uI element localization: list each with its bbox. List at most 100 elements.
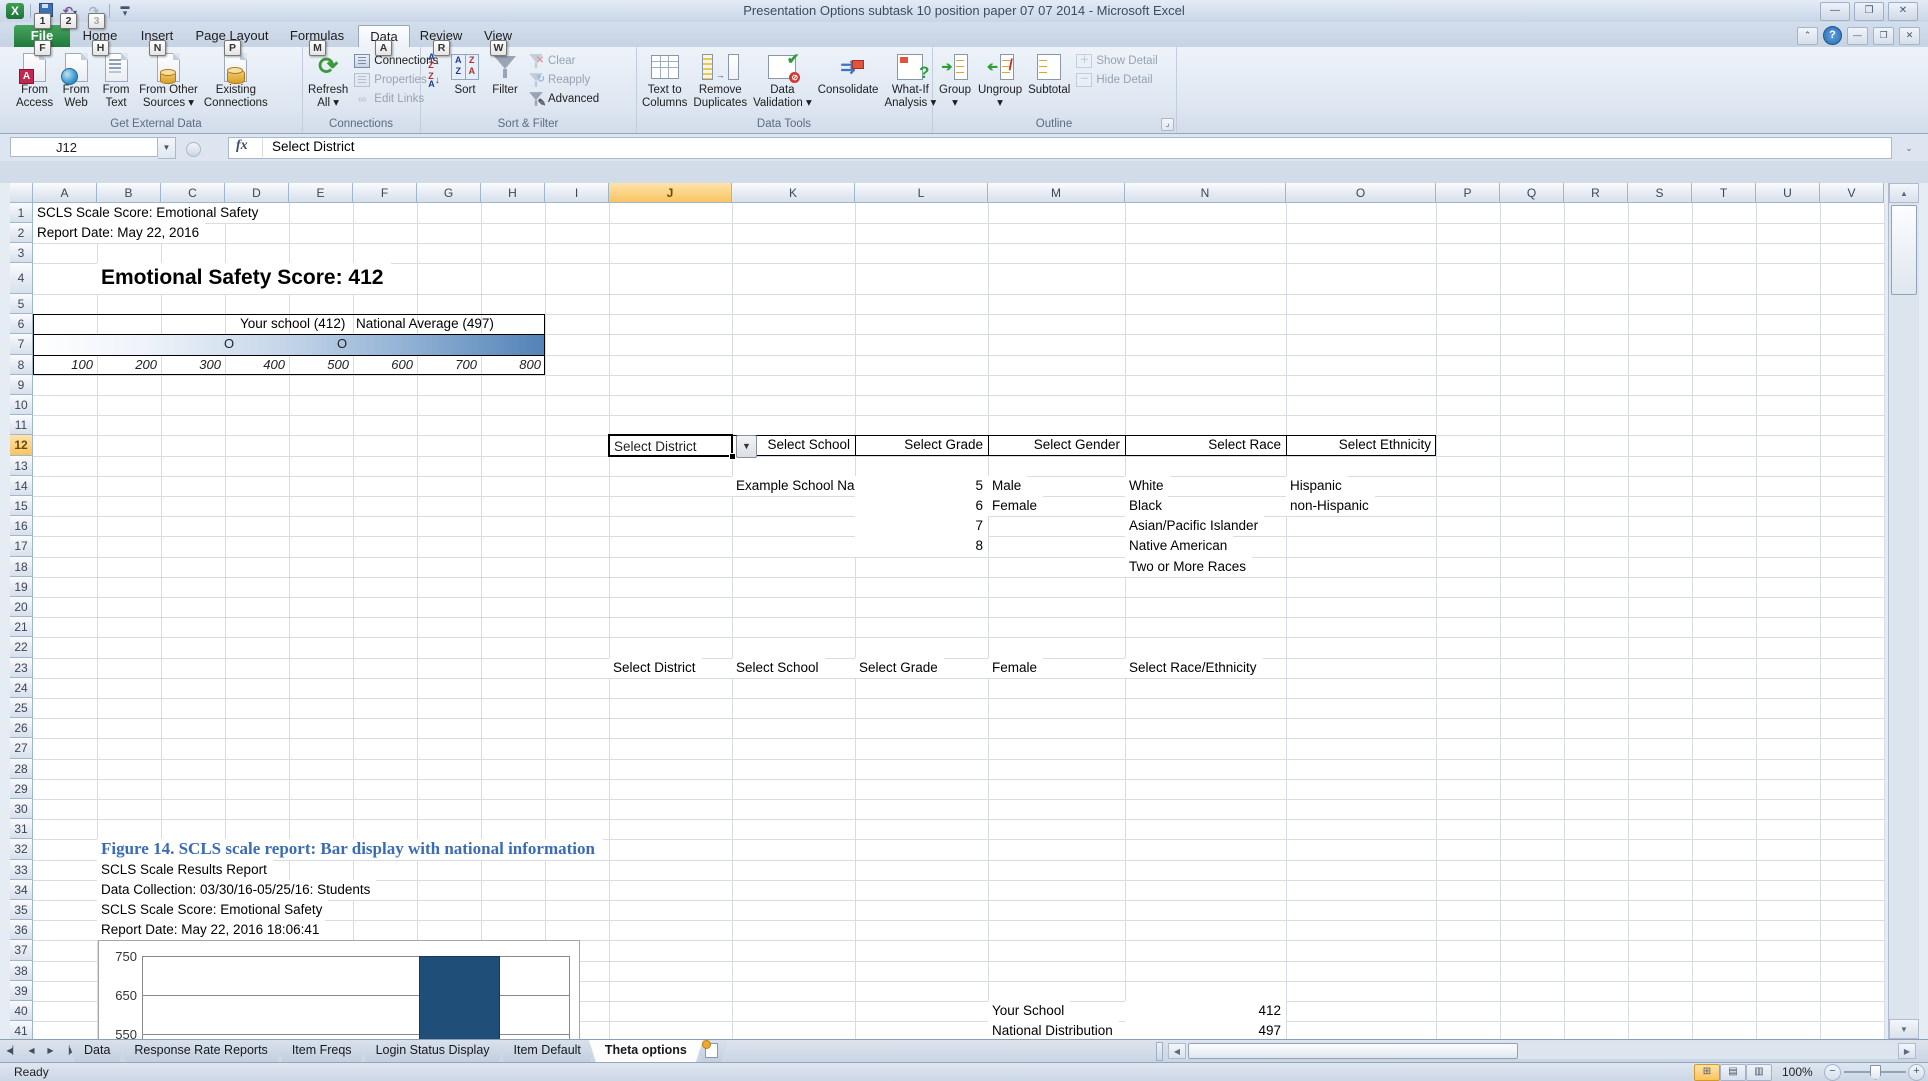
formula-content[interactable]: Select District [272,139,355,154]
cell-B36[interactable]: Report Date: May 22, 2016 18:06:41 [97,920,325,940]
row-header-38[interactable]: 38 [10,961,33,981]
col-header-K[interactable]: K [732,183,855,203]
row-header-35[interactable]: 35 [10,900,33,920]
sheet-tab-response-rate-reports[interactable]: Response Rate Reports [118,1040,283,1062]
subtotal-button[interactable]: Subtotal [1026,49,1072,117]
scroll-down-button[interactable]: ▼ [1889,1019,1919,1039]
filter-button[interactable]: Filter [486,49,524,117]
row-header-15[interactable]: 15 [10,496,33,516]
expand-formula-bar-button[interactable]: ⌄ [1898,140,1920,156]
row-header-7[interactable]: 7 [10,334,33,354]
cell-L14[interactable]: 5 [855,476,988,496]
col-header-H[interactable]: H [481,183,545,203]
za-button[interactable]: ZA↓ [423,71,445,89]
selected-cell-J12[interactable]: Select District [608,434,733,456]
row-header-24[interactable]: 24 [10,678,33,698]
cell-M23[interactable]: Female [988,658,1043,678]
row-header-30[interactable]: 30 [10,799,33,819]
sheet-tab-data[interactable]: Data [68,1040,126,1062]
row-header-29[interactable]: 29 [10,779,33,799]
row-header-3[interactable]: 3 [10,243,33,263]
row-header-6[interactable]: 6 [10,314,33,334]
col-header-N[interactable]: N [1125,183,1286,203]
col-header-E[interactable]: E [289,183,353,203]
name-box-dropdown[interactable]: ▼ [158,137,176,159]
vertical-scroll-thumb[interactable] [1891,205,1917,295]
row-header-5[interactable]: 5 [10,294,33,314]
minimize-button[interactable]: — [1820,2,1850,21]
row-header-10[interactable]: 10 [10,395,33,415]
row-header-23[interactable]: 23 [10,658,33,678]
group-button[interactable]: ➔Group▾ [936,49,974,117]
row-header-34[interactable]: 34 [10,880,33,900]
row-header-25[interactable]: 25 [10,698,33,718]
row-header-2[interactable]: 2 [10,223,33,243]
row-header-4[interactable]: 4 [10,263,33,294]
cell-O15[interactable]: non-Hispanic [1286,496,1375,516]
cell-N18[interactable]: Two or More Races [1125,557,1252,577]
next-sheet-button[interactable]: ▶ [42,1042,59,1059]
row-header-31[interactable]: 31 [10,819,33,839]
col-header-M[interactable]: M [988,183,1125,203]
row-header-41[interactable]: 41 [10,1021,33,1039]
row-header-12[interactable]: 12 [10,435,33,455]
cell-L17[interactable]: 8 [855,536,988,556]
sheet-tab-theta-options[interactable]: Theta options [589,1040,703,1062]
row-header-13[interactable]: 13 [10,456,33,476]
row-header-22[interactable]: 22 [10,637,33,657]
tab-scroll-splitter[interactable] [1156,1042,1163,1061]
from-button[interactable]: FromWeb [57,49,95,117]
embedded-chart[interactable]: 750650550 [98,940,580,1039]
row-header-26[interactable]: 26 [10,718,33,738]
row-header-14[interactable]: 14 [10,476,33,496]
cell-K14[interactable]: Example School Name [732,476,855,496]
dialog-launcher-outline[interactable]: ⌟ [1161,118,1174,131]
vertical-scrollbar[interactable]: ▲▼ [1888,183,1919,1039]
workbook-minimize-button[interactable]: — [1847,27,1868,45]
cell-N41[interactable]: 497 [1125,1021,1286,1039]
col-header-B[interactable]: B [97,183,161,203]
text-to-button[interactable]: Text toColumns [640,49,689,117]
cell-N14[interactable]: White [1125,476,1170,496]
col-header-Q[interactable]: Q [1500,183,1564,203]
zoom-slider-thumb[interactable] [1870,1065,1881,1080]
horizontal-scrollbar[interactable]: ◀ ▶ [1168,1043,1916,1059]
workbook-close-button[interactable]: ✕ [1899,27,1920,45]
formula-field[interactable] [228,137,1892,159]
select-all-corner[interactable] [10,183,33,203]
what-if-button[interactable]: ?What-IfAnalysis ▾ [882,49,938,117]
col-header-I[interactable]: I [545,183,609,203]
sheet-tab-item-freqs[interactable]: Item Freqs [276,1040,368,1062]
row-header-17[interactable]: 17 [10,536,33,556]
ungroup-button[interactable]: ➔/Ungroup▾ [976,49,1024,117]
help-button[interactable]: ? [1823,26,1842,45]
cell-L23[interactable]: Select Grade [855,658,944,678]
cell-K23[interactable]: Select School [732,658,825,678]
cell-N15[interactable]: Black [1125,496,1168,516]
col-header-J[interactable]: J [609,183,732,203]
cell-A2[interactable]: Report Date: May 22, 2016 [33,223,205,243]
sheet-tab-item-default[interactable]: Item Default [498,1040,597,1062]
zoom-level[interactable]: 100% [1782,1065,1813,1079]
scroll-up-button[interactable]: ▲ [1889,183,1919,203]
cell-M41[interactable]: National Distribution [988,1021,1119,1039]
row-header-27[interactable]: 27 [10,738,33,758]
cell-N12[interactable]: Select Race [1125,435,1286,455]
cell-B34[interactable]: Data Collection: 03/30/16-05/25/16: Stud… [97,880,376,900]
from-button[interactable]: FromText [97,49,135,117]
from-other-button[interactable]: From OtherSources ▾ [137,49,200,117]
row-header-37[interactable]: 37 [10,940,33,960]
row-header-21[interactable]: 21 [10,617,33,637]
col-header-P[interactable]: P [1436,183,1500,203]
cell-O14[interactable]: Hispanic [1286,476,1348,496]
cell-M40[interactable]: Your School [988,1001,1070,1021]
consolidate-button[interactable]: ⇉Consolidate [816,49,881,117]
zoom-in-button[interactable]: + [1908,1064,1925,1081]
normal-view-button[interactable]: ⊞ [1694,1064,1720,1081]
col-header-D[interactable]: D [225,183,289,203]
cell-B35[interactable]: SCLS Scale Score: Emotional Safety [97,900,328,920]
remove-button[interactable]: →RemoveDuplicates [691,49,749,117]
maximize-button[interactable]: ❐ [1854,2,1884,21]
close-button[interactable]: ✕ [1888,2,1918,21]
cell-M14[interactable]: Male [988,476,1027,496]
